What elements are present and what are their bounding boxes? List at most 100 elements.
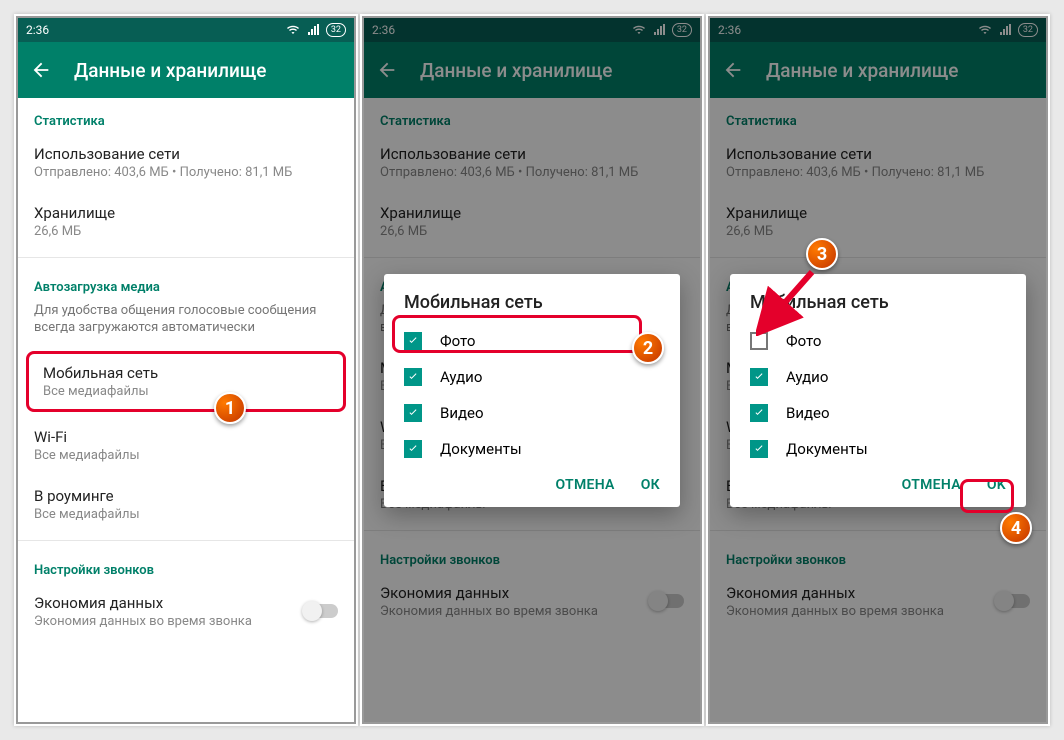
battery-label: 32 xyxy=(326,23,346,37)
mobile-sub: Все медиафайлы xyxy=(43,384,329,399)
network-usage-sub: Отправлено: 403,6 МБ • Получено: 81,1 МБ xyxy=(34,165,338,180)
checkbox-checked-icon[interactable] xyxy=(404,440,422,458)
checkbox-checked-icon[interactable] xyxy=(750,368,768,386)
ok-button[interactable]: ОК xyxy=(641,477,660,493)
network-usage-sub: Отправлено: 403,6 МБ • Получено: 81,1 МБ xyxy=(726,165,1030,180)
divider xyxy=(364,257,700,258)
storage-title: Хранилище xyxy=(726,204,1030,222)
arrow-annotation xyxy=(756,266,826,336)
wifi-icon xyxy=(286,24,300,36)
back-icon[interactable] xyxy=(722,59,744,81)
status-bar: 2:36 32 xyxy=(18,18,354,42)
item-network-usage[interactable]: Использование сети Отправлено: 403,6 МБ … xyxy=(710,133,1046,192)
item-mobile-data[interactable]: Мобильная сеть Все медиафайлы xyxy=(26,351,346,412)
app-bar: Данные и хранилище xyxy=(710,42,1046,98)
app-bar: Данные и хранилище xyxy=(18,42,354,98)
data-saver-sub: Экономия данных во время звонка xyxy=(380,604,598,619)
divider xyxy=(18,540,354,541)
page-title: Данные и хранилище xyxy=(420,59,613,82)
data-saver-switch[interactable] xyxy=(304,604,338,618)
option-docs-label: Документы xyxy=(440,440,522,458)
item-storage[interactable]: Хранилище 26,6 МБ xyxy=(710,192,1046,251)
back-icon[interactable] xyxy=(30,59,52,81)
option-video[interactable]: Видео xyxy=(384,395,680,431)
checkbox-checked-icon[interactable] xyxy=(404,368,422,386)
storage-title: Хранилище xyxy=(34,204,338,222)
option-video-label: Видео xyxy=(786,404,830,422)
battery-label: 32 xyxy=(672,23,692,37)
item-storage[interactable]: Хранилище 26,6 МБ xyxy=(364,192,700,251)
storage-sub: 26,6 МБ xyxy=(34,224,338,239)
item-data-saver[interactable]: Экономия данных Экономия данных во время… xyxy=(364,572,700,631)
wifi-icon xyxy=(978,24,992,36)
checkbox-checked-icon[interactable] xyxy=(750,440,768,458)
section-stats: Статистика xyxy=(364,98,700,133)
item-storage[interactable]: Хранилище 26,6 МБ xyxy=(18,192,354,251)
option-video[interactable]: Видео xyxy=(730,395,1026,431)
divider xyxy=(710,257,1046,258)
status-icons: 32 xyxy=(632,23,692,37)
section-calls: Настройки звонков xyxy=(710,537,1046,572)
network-usage-sub: Отправлено: 403,6 МБ • Получено: 81,1 МБ xyxy=(380,165,684,180)
app-bar: Данные и хранилище xyxy=(364,42,700,98)
mobile-title: Мобильная сеть xyxy=(43,364,329,382)
roaming-sub: Все медиафайлы xyxy=(34,507,338,522)
data-saver-sub: Экономия данных во время звонка xyxy=(34,614,252,629)
storage-sub: 26,6 МБ xyxy=(380,224,684,239)
step-marker-4: 4 xyxy=(1000,512,1032,544)
option-audio[interactable]: Аудио xyxy=(384,359,680,395)
divider xyxy=(18,257,354,258)
cancel-button[interactable]: ОТМЕНА xyxy=(556,477,615,493)
settings-list: Статистика Использование сети Отправлено… xyxy=(18,98,354,722)
ok-button[interactable]: OK xyxy=(987,477,1006,493)
status-bar: 2:36 32 xyxy=(710,18,1046,42)
phone-screen-3: 2:36 32 Данные и хранилище Статистика Ис… xyxy=(710,18,1046,722)
signal-icon xyxy=(652,24,666,36)
data-saver-title: Экономия данных xyxy=(380,584,598,602)
option-docs[interactable]: Документы xyxy=(730,431,1026,467)
step-marker-2: 2 xyxy=(632,332,664,364)
section-calls: Настройки звонков xyxy=(364,537,700,572)
wifi-icon xyxy=(632,24,646,36)
item-wifi[interactable]: Wi-Fi Все медиафайлы xyxy=(18,416,354,475)
item-network-usage[interactable]: Использование сети Отправлено: 403,6 МБ … xyxy=(364,133,700,192)
option-audio-label: Аудио xyxy=(786,368,828,386)
checkbox-checked-icon[interactable] xyxy=(404,332,422,350)
back-icon[interactable] xyxy=(376,59,398,81)
status-icons: 32 xyxy=(978,23,1038,37)
page-title: Данные и хранилище xyxy=(766,59,959,82)
checkbox-checked-icon[interactable] xyxy=(404,404,422,422)
wifi-sub: Все медиафайлы xyxy=(34,448,338,463)
network-usage-title: Использование сети xyxy=(34,145,338,163)
section-stats: Статистика xyxy=(18,98,354,133)
option-docs[interactable]: Документы xyxy=(384,431,680,467)
step-marker-3: 3 xyxy=(806,238,838,270)
storage-title: Хранилище xyxy=(380,204,684,222)
signal-icon xyxy=(306,24,320,36)
battery-label: 32 xyxy=(1018,23,1038,37)
option-audio[interactable]: Аудио xyxy=(730,359,1026,395)
item-roaming[interactable]: В роуминге Все медиафайлы xyxy=(18,475,354,534)
network-usage-title: Использование сети xyxy=(726,145,1030,163)
option-photo-label: Фото xyxy=(440,332,475,350)
option-docs-label: Документы xyxy=(786,440,868,458)
mobile-data-dialog: Мобильная сеть Фото Аудио Видео Документ… xyxy=(384,274,680,507)
section-autodownload: Автозагрузка медиа xyxy=(18,264,354,299)
data-saver-switch[interactable] xyxy=(996,594,1030,608)
cancel-button[interactable]: ОТМЕНА xyxy=(902,477,961,493)
status-bar: 2:36 32 xyxy=(364,18,700,42)
autodownload-desc: Для удобства общения голосовые сообщения… xyxy=(18,299,354,347)
item-data-saver[interactable]: Экономия данных Экономия данных во время… xyxy=(18,582,354,641)
page-title: Данные и хранилище xyxy=(74,59,267,82)
data-saver-title: Экономия данных xyxy=(34,594,252,612)
wifi-title: Wi-Fi xyxy=(34,428,338,446)
item-data-saver[interactable]: Экономия данных Экономия данных во время… xyxy=(710,572,1046,631)
checkbox-checked-icon[interactable] xyxy=(750,404,768,422)
option-video-label: Видео xyxy=(440,404,484,422)
phone-screen-2: 2:36 32 Данные и хранилище Статистика Ис… xyxy=(364,18,700,722)
status-time: 2:36 xyxy=(372,23,395,37)
data-saver-switch[interactable] xyxy=(650,594,684,608)
status-time: 2:36 xyxy=(718,23,741,37)
network-usage-title: Использование сети xyxy=(380,145,684,163)
item-network-usage[interactable]: Использование сети Отправлено: 403,6 МБ … xyxy=(18,133,354,192)
